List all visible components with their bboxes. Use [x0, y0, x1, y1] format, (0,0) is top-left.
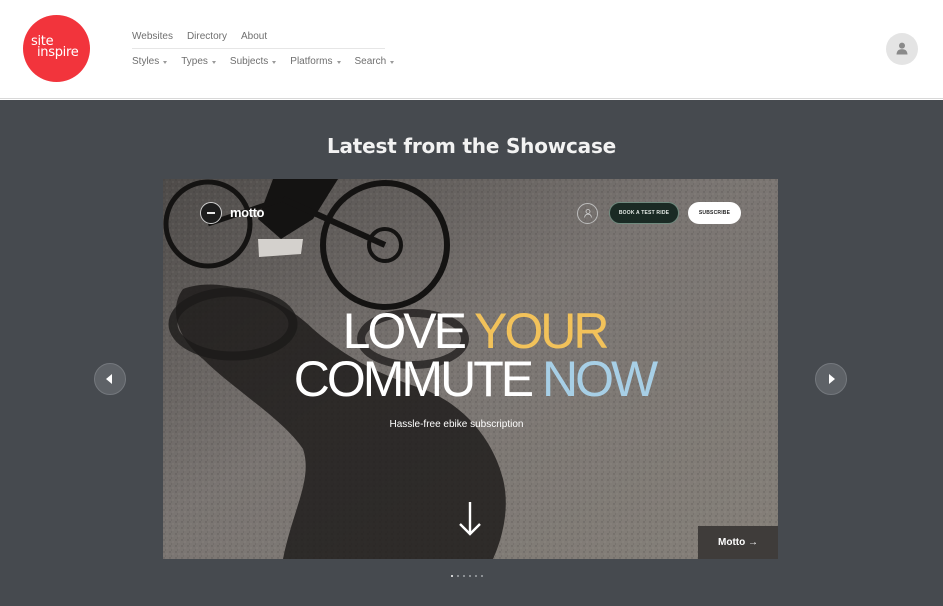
- motto-account-icon: [577, 203, 598, 224]
- motto-logo-icon: [200, 202, 222, 224]
- primary-nav: Websites Directory About: [132, 31, 281, 42]
- hero-word-now: NOW: [542, 351, 658, 407]
- carousel-dot[interactable]: [451, 575, 453, 577]
- carousel-next-button[interactable]: [815, 363, 847, 395]
- filter-nav: Styles Types Subjects Platforms Search: [132, 56, 408, 67]
- visit-site-link[interactable]: Motto →: [698, 526, 778, 559]
- platforms-dropdown[interactable]: Platforms: [290, 56, 341, 67]
- nav-divider: [132, 48, 385, 49]
- logo-text-inspire: inspire: [37, 45, 79, 60]
- carousel-pagination: [451, 575, 483, 577]
- nav-websites-link[interactable]: Websites: [132, 31, 173, 42]
- carousel-dot[interactable]: [469, 575, 471, 577]
- subjects-dropdown-label: Subjects: [229, 56, 269, 67]
- nav-directory-link[interactable]: Directory: [187, 31, 227, 42]
- motto-brand-name: motto: [230, 205, 265, 220]
- user-account-button[interactable]: [886, 33, 918, 65]
- carousel-dot[interactable]: [463, 575, 465, 577]
- caret-down-icon: [390, 60, 395, 64]
- chevron-right-icon: [829, 374, 835, 384]
- subjects-dropdown[interactable]: Subjects: [229, 56, 277, 67]
- hero-headline-line2: COMMUTE NOW: [163, 354, 778, 404]
- carousel-dot[interactable]: [481, 575, 483, 577]
- hero-headline-line1: LOVE YOUR: [163, 306, 778, 356]
- search-dropdown-label: Search: [354, 56, 387, 67]
- types-dropdown[interactable]: Types: [181, 56, 216, 67]
- chevron-left-icon: [106, 374, 112, 384]
- arrow-down-icon: [459, 502, 481, 536]
- styles-dropdown-label: Styles: [132, 56, 160, 67]
- types-dropdown-label: Types: [181, 56, 208, 67]
- carousel-dot[interactable]: [457, 575, 459, 577]
- caret-down-icon: [211, 60, 216, 64]
- platforms-dropdown-label: Platforms: [290, 56, 333, 67]
- caret-down-icon: [272, 60, 277, 64]
- hero-subtitle: Hassle-free ebike subscription: [389, 419, 524, 430]
- search-dropdown[interactable]: Search: [355, 56, 395, 67]
- hero-word-commute: COMMUTE: [293, 351, 534, 407]
- user-icon: [896, 42, 908, 55]
- siteinspire-logo[interactable]: site inspire: [23, 15, 90, 82]
- styles-dropdown[interactable]: Styles: [132, 56, 168, 67]
- showcase-section: Latest from the Showcase motto BOOK A TE…: [0, 100, 943, 606]
- caret-down-icon: [163, 60, 168, 64]
- nav-about-link[interactable]: About: [241, 31, 267, 42]
- showcase-title: Latest from the Showcase: [326, 134, 617, 158]
- caret-down-icon: [336, 60, 341, 64]
- subscribe-button: SUBSCRIBE: [688, 202, 741, 224]
- showcase-slide[interactable]: motto BOOK A TEST RIDE SUBSCRIBE LOVE YO…: [163, 179, 778, 559]
- carousel-dot[interactable]: [475, 575, 477, 577]
- book-test-ride-button: BOOK A TEST RIDE: [609, 202, 679, 224]
- user-icon: [584, 209, 592, 218]
- site-header: site inspire Websites Directory About St…: [0, 0, 943, 99]
- carousel-prev-button[interactable]: [94, 363, 126, 395]
